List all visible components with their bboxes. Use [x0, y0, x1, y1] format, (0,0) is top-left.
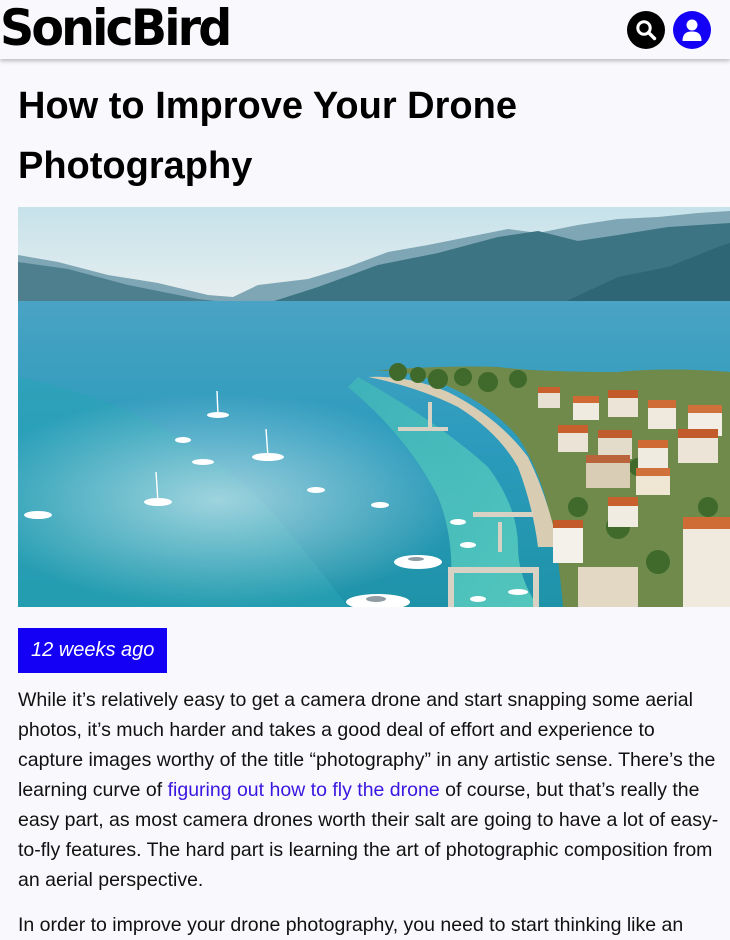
fly-drone-link[interactable]: figuring out how to fly the drone — [168, 779, 440, 801]
site-logo[interactable]: SonicBird — [0, 0, 232, 58]
search-icon — [636, 20, 657, 41]
site-header: SonicBird — [0, 0, 730, 59]
published-date-badge: 12 weeks ago — [18, 628, 168, 673]
search-button[interactable] — [627, 11, 665, 49]
hero-image — [18, 207, 730, 607]
account-button[interactable] — [673, 11, 711, 49]
article-paragraph-2: In order to improve your drone photograp… — [18, 914, 684, 936]
user-icon — [682, 19, 702, 41]
article-title: How to Improve Your Drone Photography — [18, 85, 517, 187]
article-paragraph: While it’s relatively easy to get a came… — [18, 685, 723, 895]
